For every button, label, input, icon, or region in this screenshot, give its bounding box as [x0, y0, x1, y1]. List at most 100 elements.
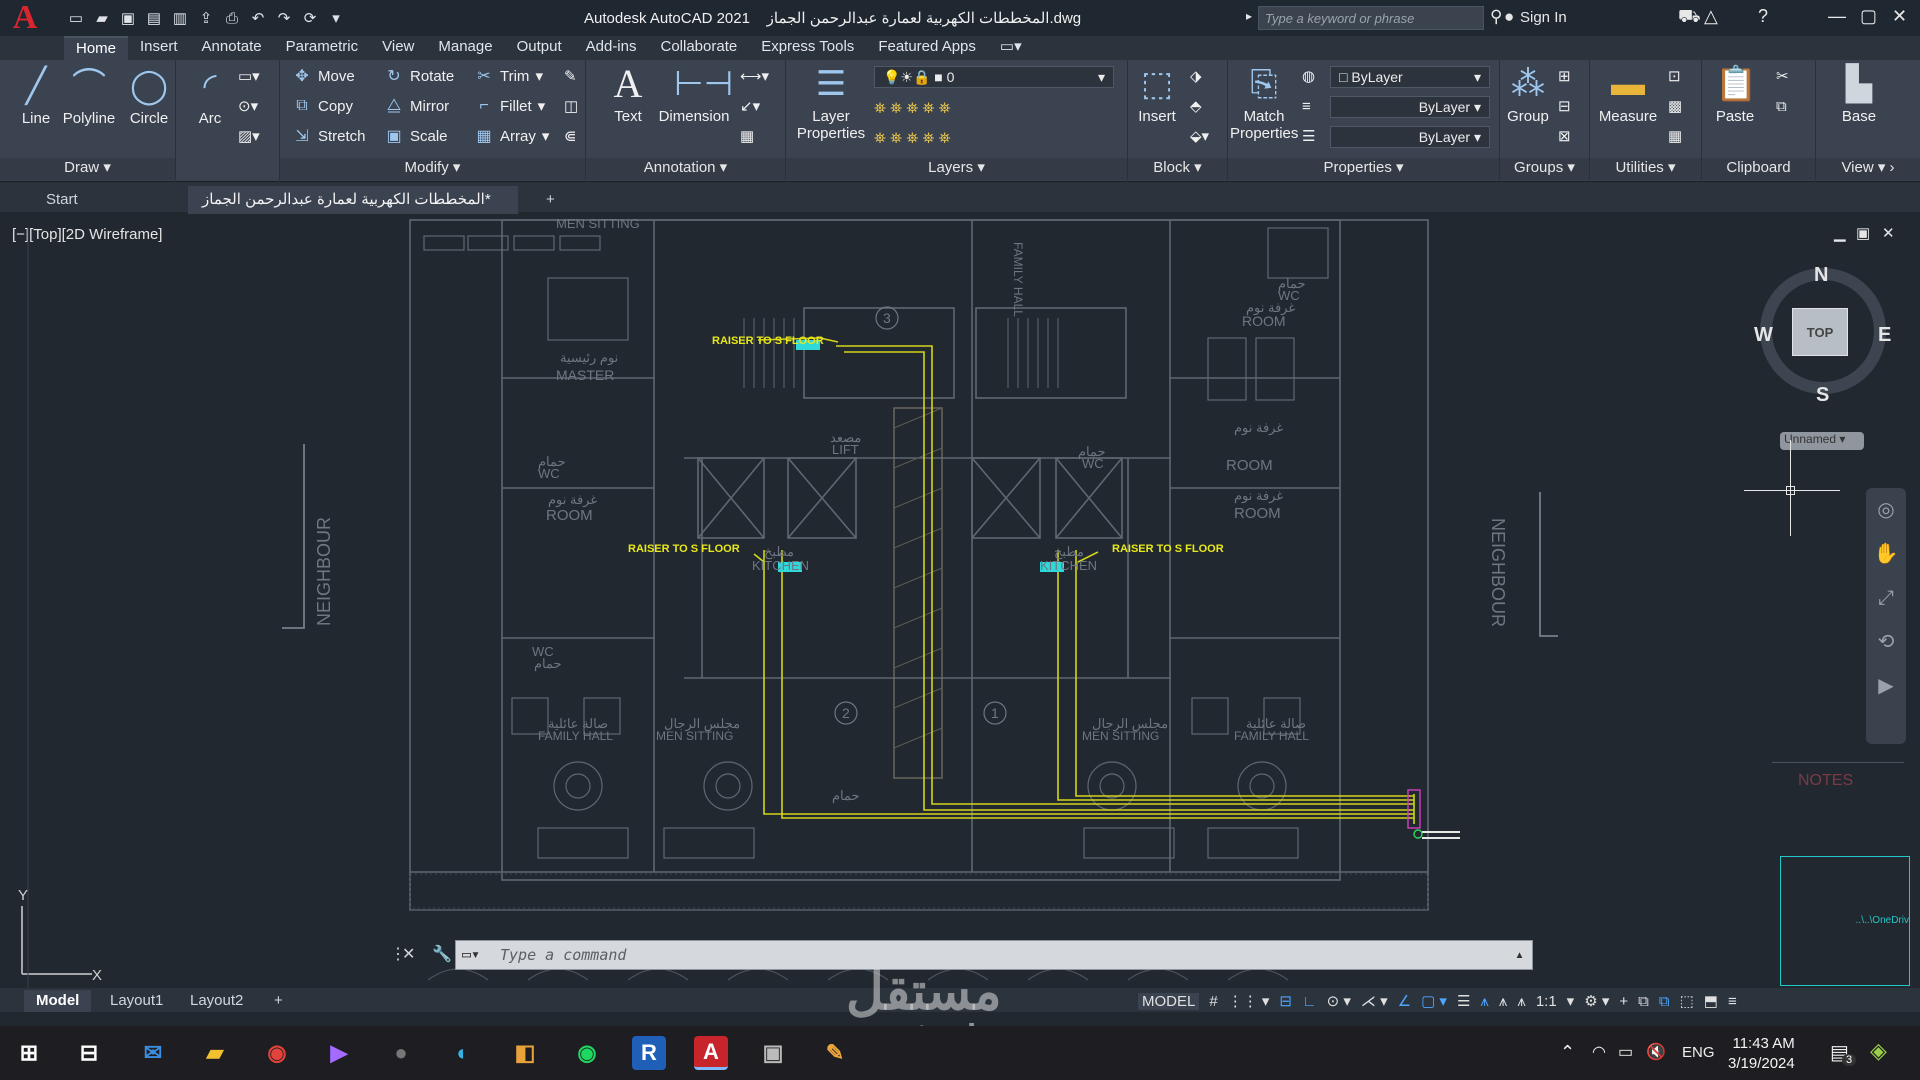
cart-icon[interactable]: ⛟	[1678, 6, 1701, 30]
layers-panel-label[interactable]: Layers ▾	[786, 158, 1127, 180]
quick-select-icon[interactable]: ⊡	[1668, 64, 1681, 88]
trim-button[interactable]: ✂ Trim ▾	[474, 64, 543, 88]
leader-icon[interactable]: ↙▾	[740, 94, 760, 118]
command-customize-icon[interactable]: 🔧	[432, 944, 452, 964]
annotation-visibility-icon[interactable]: ⩚	[1480, 993, 1488, 1010]
lineweight-dropdown[interactable]: ByLayer ▾	[1330, 96, 1490, 118]
rectangle-icon[interactable]: ▭▾	[238, 64, 260, 88]
copilot-icon[interactable]: ◈	[1870, 1038, 1887, 1064]
linear-dim-icon[interactable]: ⟷▾	[740, 64, 769, 88]
zoom-extents-icon[interactable]: ⤢	[1866, 576, 1906, 620]
add-layout-icon[interactable]: +	[262, 990, 295, 1012]
pan-icon[interactable]: ✋	[1866, 532, 1906, 576]
offset-icon[interactable]: ⋐	[564, 124, 577, 148]
layer-tools-row1-icon[interactable]: ⛯ ⛯ ⛯ ⛯ ⛯	[874, 96, 951, 120]
annotation-scale-icon[interactable]: ⩚	[1517, 993, 1525, 1010]
groups-panel-label[interactable]: Groups ▾	[1500, 158, 1589, 180]
orbit-icon[interactable]: ⟲	[1866, 620, 1906, 664]
dimension-button[interactable]: ⊢⊣ Dimension	[656, 64, 734, 125]
ribbon-display-toggle-icon[interactable]: ▭▾	[988, 36, 1034, 60]
steering-wheel-icon[interactable]: ◎	[1866, 488, 1906, 532]
ucs-menu[interactable]: Unnamed ▾	[1780, 432, 1864, 450]
new-tab-icon[interactable]: +	[532, 186, 569, 214]
stretch-button[interactable]: ⇲ Stretch	[292, 124, 365, 148]
group-button[interactable]: ⁂ Group	[1506, 64, 1550, 125]
model-space-button[interactable]: MODEL	[1138, 992, 1200, 1010]
help-search-input[interactable]: Type a keyword or phrase	[1258, 6, 1484, 30]
color-dropdown[interactable]: □ ByLayer ▾	[1330, 66, 1490, 88]
annotation-monitor-icon[interactable]: +	[1619, 993, 1628, 1010]
osnap-icon[interactable]: ▢ ▾	[1421, 992, 1447, 1010]
ungroup-icon[interactable]: ⊞	[1558, 64, 1571, 88]
maximize-icon[interactable]: ▢	[1860, 6, 1877, 27]
copy-button[interactable]: ⧉ Copy	[292, 94, 353, 118]
taskbar-clock[interactable]: 11:43 AM 3/19/2024	[1728, 1034, 1795, 1074]
redo-icon[interactable]: ↷	[274, 8, 294, 28]
scale-button[interactable]: ▣ Scale	[384, 124, 447, 148]
user-icon[interactable]: ●	[1504, 7, 1514, 27]
tab-featured-apps[interactable]: Featured Apps	[866, 36, 988, 60]
tab-model[interactable]: Model	[24, 990, 92, 1012]
copy-clip-icon[interactable]: ⧉	[1776, 94, 1787, 118]
tab-express-tools[interactable]: Express Tools	[749, 36, 866, 60]
windows-start-icon[interactable]: ⊞	[12, 1036, 46, 1070]
measure-button[interactable]: ▬ Measure	[1596, 64, 1660, 125]
tab-layout1[interactable]: Layout1	[98, 990, 175, 1012]
isodraft-icon[interactable]: ⋌ ▾	[1361, 992, 1388, 1010]
showmotion-icon[interactable]: ▶	[1866, 664, 1906, 708]
autocad-taskbar-icon[interactable]: A	[694, 1036, 728, 1070]
battery-icon[interactable]: ▭	[1618, 1042, 1633, 1062]
minimize-icon[interactable]: —	[1828, 6, 1846, 27]
floor-plan-drawing[interactable]: Y X MEN SITTING نوم رئيسية MASTER حمام W…	[8, 218, 1912, 988]
mail-icon[interactable]: ✉	[136, 1036, 170, 1070]
save-as-icon[interactable]: ▤	[144, 8, 164, 28]
tab-parametric[interactable]: Parametric	[274, 36, 371, 60]
tab-manage[interactable]: Manage	[426, 36, 504, 60]
block-attributes-icon[interactable]: ⬙▾	[1190, 124, 1209, 148]
vp-close-icon[interactable]: ✕	[1882, 224, 1895, 242]
mirror-button[interactable]: ⧋ Mirror	[384, 94, 449, 118]
drawing-tab[interactable]: المخططات الكهربية لعمارة عبدالرحمن الجما…	[188, 186, 518, 236]
rotate-button[interactable]: ↻ Rotate	[384, 64, 454, 88]
lineweight-display-icon[interactable]: ☰	[1457, 992, 1470, 1010]
print-icon[interactable]: ⎙	[222, 8, 242, 28]
spotify-icon[interactable]: ◉	[570, 1036, 604, 1070]
save-icon[interactable]: ▣	[118, 8, 138, 28]
view-panel-label[interactable]: View ▾ ›	[1816, 158, 1920, 180]
app-icon-orange[interactable]: ◧	[508, 1036, 542, 1070]
search-expand-icon[interactable]: ▸	[1246, 9, 1252, 23]
workspace-gear-icon[interactable]: ⚙ ▾	[1584, 992, 1609, 1010]
text-button[interactable]: A Text	[608, 64, 648, 126]
tab-home[interactable]: Home	[64, 36, 129, 60]
navigation-bar[interactable]: ◎ ✋ ⤢ ⟲ ▶	[1866, 488, 1906, 744]
layer-dropdown[interactable]: 💡☀🔒 ■ 0 ▾	[874, 66, 1114, 88]
scale-dropdown-icon[interactable]: ▾	[1567, 992, 1575, 1010]
tray-chevron-icon[interactable]: ⌃	[1560, 1042, 1575, 1063]
array-button[interactable]: ▦ Array ▾	[474, 124, 549, 148]
tab-output[interactable]: Output	[505, 36, 574, 60]
isolate-icon[interactable]: ⬚	[1680, 992, 1694, 1010]
modify-panel-label[interactable]: Modify ▾	[280, 158, 585, 180]
edge-icon[interactable]: ◐	[446, 1036, 480, 1070]
polyline-button[interactable]: ⌒ Polyline	[60, 66, 118, 127]
linetype-dropdown[interactable]: ByLayer ▾	[1330, 126, 1490, 148]
infer-icon[interactable]: ⊟	[1279, 992, 1292, 1010]
network-icon[interactable]: ◠	[1592, 1042, 1606, 1062]
autodesk-a360-icon[interactable]: △	[1704, 6, 1718, 27]
new-file-icon[interactable]: ▭	[66, 8, 86, 28]
osnap-tracking-icon[interactable]: ∠	[1398, 992, 1411, 1010]
tab-annotate[interactable]: Annotate	[190, 36, 274, 60]
drawing-viewport[interactable]: [−][Top][2D Wireframe] Y X MEN SITTING ن…	[8, 218, 1912, 988]
polar-icon[interactable]: ⊙ ▾	[1327, 992, 1351, 1010]
hatch-icon[interactable]: ⊙▾	[238, 94, 258, 118]
app-icon-dark[interactable]: ●	[384, 1036, 418, 1070]
customize-status-icon[interactable]: ≡	[1728, 993, 1737, 1010]
explode-icon[interactable]: ◫	[564, 94, 578, 118]
fillet-button[interactable]: ⌐ Fillet ▾	[474, 94, 545, 118]
task-view-icon[interactable]: ⊟	[72, 1036, 106, 1070]
erase-icon[interactable]: ✎	[564, 64, 577, 88]
vp-restore-icon[interactable]: ▣	[1856, 224, 1870, 242]
select-all-icon[interactable]: ▩	[1668, 94, 1682, 118]
block-panel-label[interactable]: Block ▾	[1128, 158, 1227, 180]
snap-icon[interactable]: ⋮⋮ ▾	[1228, 992, 1270, 1010]
